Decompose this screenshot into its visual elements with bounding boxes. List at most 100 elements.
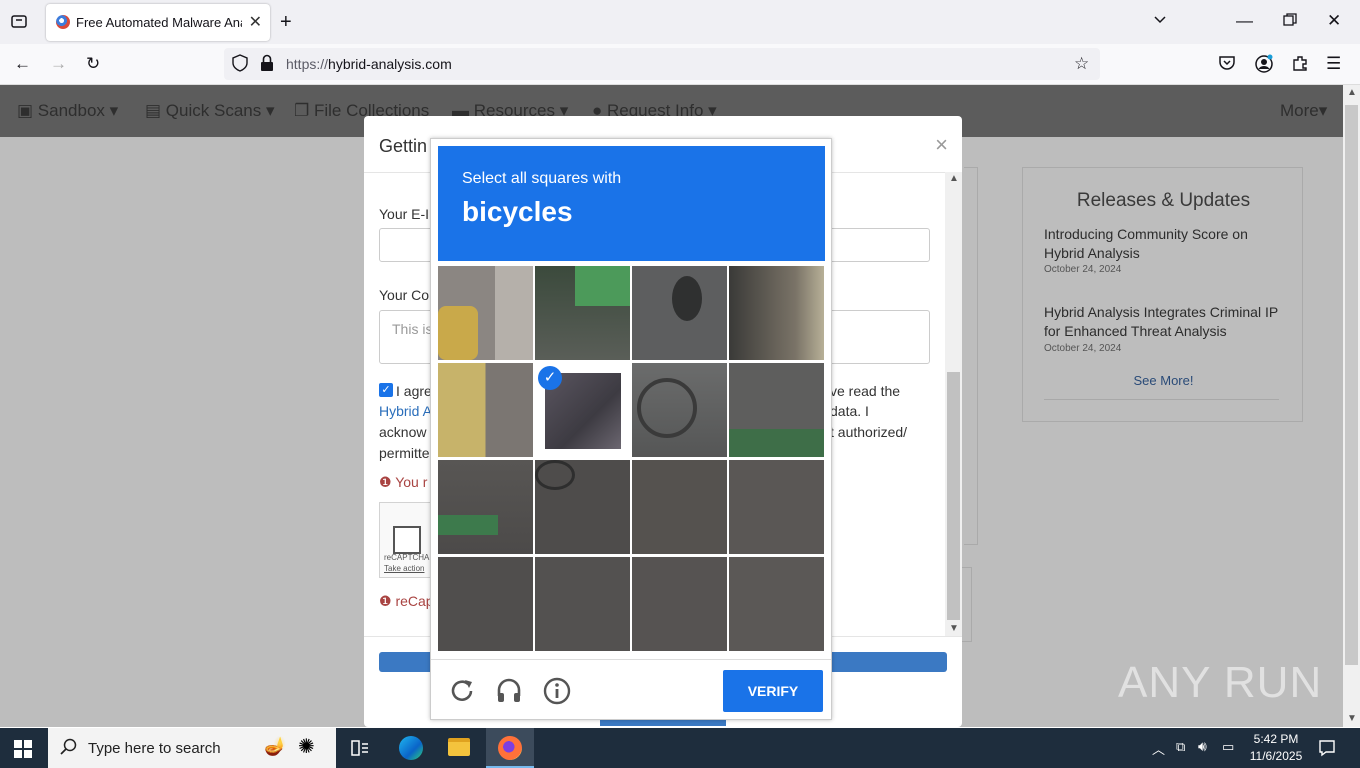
challenge-instruction: Select all squares with [462, 170, 622, 187]
agree-text: data. I [830, 403, 869, 419]
image-grid: ✓ [438, 266, 825, 653]
image-tile[interactable] [729, 460, 824, 554]
system-clock[interactable]: 5:42 PM 11/6/2025 [1245, 731, 1307, 765]
tab-overview-icon[interactable] [10, 12, 28, 35]
recaptcha-checkbox[interactable] [393, 526, 421, 554]
audio-challenge-icon[interactable] [494, 676, 524, 706]
lock-icon[interactable] [260, 54, 274, 77]
firefox-icon [498, 736, 522, 760]
image-tile[interactable] [438, 557, 533, 651]
background-panel-2 [962, 567, 972, 642]
image-tile[interactable] [535, 557, 630, 651]
tray-chevron-icon[interactable]: ︿ [1152, 739, 1165, 758]
image-tile[interactable] [729, 363, 824, 457]
clock-date: 11/6/2025 [1249, 749, 1303, 763]
firefox-favicon-icon [56, 15, 70, 29]
restore-icon[interactable] [1283, 12, 1297, 32]
image-tile[interactable] [632, 266, 727, 360]
new-tab-icon[interactable]: + [280, 12, 292, 32]
modal-title: Gettin [379, 136, 428, 156]
see-more-link[interactable]: See More! [1023, 373, 1304, 388]
scroll-down-icon[interactable]: ▼ [949, 623, 959, 634]
tab-bar: Free Automated Malware Analy ✕ + — ✕ [0, 0, 1360, 44]
network-status-icon[interactable]: ⧉ [1176, 739, 1185, 755]
selected-check-icon: ✓ [538, 366, 562, 390]
image-tile[interactable] [729, 557, 824, 651]
error-icon: ❶ [379, 474, 392, 490]
reload-icon[interactable]: ↻ [86, 54, 100, 74]
browser-tab[interactable]: Free Automated Malware Analy ✕ [46, 4, 270, 41]
agree-link[interactable]: Hybrid A [379, 403, 432, 419]
agree-text: permitte [379, 445, 430, 461]
edge-icon[interactable] [399, 736, 423, 760]
image-tile[interactable] [535, 266, 630, 360]
menu-icon[interactable]: ☰ [1326, 54, 1341, 74]
challenge-header: Select all squares with bicycles [438, 146, 825, 261]
comment-label: Your Co [379, 287, 430, 303]
file-explorer-icon[interactable] [448, 738, 470, 756]
error-icon: ❶ [379, 593, 392, 609]
verify-button[interactable]: VERIFY [723, 670, 823, 712]
image-tile[interactable] [438, 363, 533, 457]
shield-icon[interactable] [232, 54, 248, 77]
nav-more[interactable]: More▾ [1280, 101, 1327, 121]
image-tile[interactable] [438, 266, 533, 360]
minimize-icon[interactable]: — [1236, 11, 1253, 31]
windows-start-icon[interactable] [14, 740, 32, 763]
pocket-icon[interactable] [1218, 54, 1236, 77]
task-view-icon[interactable] [350, 738, 370, 763]
scroll-up-icon[interactable]: ▲ [1347, 87, 1357, 98]
comment-placeholder: This is [392, 321, 433, 337]
agree-text: acknow [379, 424, 427, 440]
modal-close-icon[interactable]: × [935, 132, 948, 158]
forward-icon[interactable]: → [50, 54, 67, 74]
anyrun-watermark: ANY RUN [1118, 658, 1323, 707]
image-tile[interactable] [632, 363, 727, 457]
notifications-icon[interactable] [1318, 739, 1336, 762]
image-tile[interactable] [632, 557, 727, 651]
background-panel [964, 167, 978, 545]
image-tile-selected[interactable]: ✓ [535, 363, 630, 457]
image-tile[interactable] [438, 460, 533, 554]
release-title[interactable]: Introducing Community Score on Hybrid An… [1044, 225, 1289, 263]
list-tabs-icon[interactable] [1152, 12, 1168, 33]
search-placeholder: Type here to search [88, 740, 221, 757]
firefox-taskbar-button[interactable] [486, 728, 534, 768]
monitor-icon[interactable]: ▭ [1222, 739, 1234, 755]
navigation-toolbar: ← → ↻ https://hybrid-analysis.com ☆ ☰ [0, 44, 1360, 85]
image-tile[interactable] [729, 266, 824, 360]
scroll-up-icon[interactable]: ▲ [949, 173, 959, 184]
window-close-icon[interactable]: ✕ [1327, 11, 1341, 31]
release-date: October 24, 2024 [1044, 264, 1122, 275]
back-icon[interactable]: ← [14, 54, 31, 74]
agree-checkbox[interactable]: ✓ [379, 383, 393, 397]
scroll-thumb[interactable] [947, 372, 960, 620]
clock-time: 5:42 PM [1253, 732, 1299, 746]
release-date: October 24, 2024 [1044, 343, 1122, 354]
nav-sandbox[interactable]: ▣ Sandbox ▾ [17, 101, 118, 121]
search-decor-icon: ✺ [298, 736, 315, 758]
volume-icon[interactable]: 🔊︎ [1198, 738, 1207, 755]
reload-challenge-icon[interactable] [447, 676, 477, 706]
recaptcha-action-link[interactable]: Take action [384, 564, 424, 573]
releases-panel: Releases & Updates Introducing Community… [1022, 167, 1303, 422]
scroll-thumb[interactable] [1345, 105, 1358, 665]
nav-quick-scans[interactable]: ▤ Quick Scans ▾ [145, 101, 275, 121]
tab-close-icon[interactable]: ✕ [249, 12, 262, 32]
modal-scrollbar[interactable]: ▲ ▼ [945, 172, 962, 637]
account-icon[interactable] [1254, 54, 1274, 79]
bookmark-star-icon[interactable]: ☆ [1074, 54, 1089, 74]
url-bar[interactable]: https://hybrid-analysis.com ☆ [224, 48, 1100, 80]
taskbar: Type here to search 🪔 ✺ ︿ ⧉ 🔊︎ ▭ 5:42 PM… [0, 728, 1360, 768]
taskbar-search[interactable]: Type here to search 🪔 ✺ [48, 728, 336, 768]
release-title[interactable]: Hybrid Analysis Integrates Criminal IP f… [1044, 303, 1289, 341]
scroll-down-icon[interactable]: ▼ [1347, 713, 1357, 724]
extensions-icon[interactable] [1291, 54, 1309, 77]
releases-heading: Releases & Updates [1076, 190, 1251, 211]
info-icon[interactable] [542, 676, 572, 706]
agree-text: t authorized/ [830, 424, 908, 440]
page-scrollbar[interactable]: ▲ ▼ [1343, 85, 1360, 727]
image-tile[interactable] [632, 460, 727, 554]
image-tile[interactable] [535, 460, 630, 554]
challenge-footer: VERIFY [431, 659, 831, 720]
